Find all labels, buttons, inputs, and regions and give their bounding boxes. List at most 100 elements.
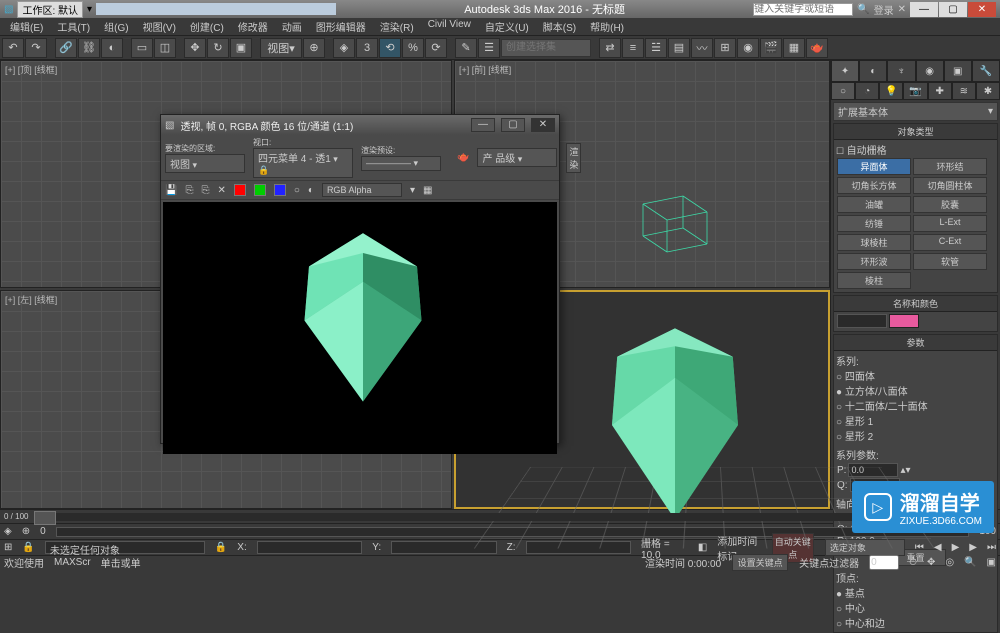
render-max-button[interactable]: ▢ (501, 118, 525, 132)
subtab-systems[interactable]: ✱ (976, 82, 1000, 100)
btn-lext[interactable]: L-Ext (913, 215, 987, 232)
menu-group[interactable]: 组(G) (98, 18, 134, 35)
keyframe-icon[interactable]: ◈ (4, 526, 12, 537)
menu-tools[interactable]: 工具(T) (51, 18, 96, 35)
subtab-shapes[interactable]: ◔ (855, 82, 879, 100)
redo-button[interactable]: ↷ (25, 38, 47, 58)
render-area-select[interactable]: 视图 ▾ (165, 154, 245, 173)
tab-hierarchy[interactable]: ♆ (887, 60, 915, 82)
menu-civilview[interactable]: Civil View (422, 18, 477, 35)
radio-center[interactable]: 中心 (836, 600, 995, 615)
btn-gengon[interactable]: 球棱柱 (837, 234, 911, 251)
object-type-header[interactable]: 对象类型 (834, 124, 997, 140)
curve-editor-button[interactable]: 〰 (691, 38, 713, 58)
next-frame-icon[interactable]: ▶ (969, 542, 977, 553)
btn-chamfercyl[interactable]: 切角圆柱体 (913, 177, 987, 194)
scale-button[interactable]: ▣ (230, 38, 252, 58)
setkey-button[interactable]: 设置关键点 (732, 554, 788, 571)
layers-button[interactable]: ☱ (645, 38, 667, 58)
unlink-button[interactable]: ⛓ (78, 38, 100, 58)
menu-help[interactable]: 帮助(H) (584, 18, 630, 35)
tab-utilities[interactable]: 🔧 (972, 60, 1000, 82)
radio-dodec-icos[interactable]: 十二面体/二十面体 (836, 398, 995, 413)
ref-coord-button[interactable]: 视图▾ (260, 38, 302, 58)
render-setup-button[interactable]: 🎬 (760, 38, 782, 58)
tab-modify[interactable]: ◐ (859, 60, 887, 82)
schematic-button[interactable]: ⊞ (714, 38, 736, 58)
radio-center-edge[interactable]: 中心和边 (836, 615, 995, 630)
move-button[interactable]: ✥ (184, 38, 206, 58)
help-search-input[interactable] (753, 3, 853, 16)
lock-icon[interactable]: 🔒 (215, 542, 227, 553)
menu-customize[interactable]: 自定义(U) (479, 18, 535, 35)
name-color-header[interactable]: 名称和颜色 (834, 296, 997, 312)
snap-button[interactable]: 3 (356, 38, 378, 58)
material-editor-button[interactable]: ◉ (737, 38, 759, 58)
login-link[interactable]: 登录 (874, 2, 894, 17)
close-button[interactable]: ✕ (968, 2, 996, 17)
named-sel-list[interactable]: ☰ (478, 38, 500, 58)
btn-chamferbox[interactable]: 切角长方体 (837, 177, 911, 194)
undo-button[interactable]: ↶ (2, 38, 24, 58)
next-key-icon[interactable]: ⏭ (987, 542, 996, 553)
menu-create[interactable]: 创建(C) (184, 18, 230, 35)
params-header[interactable]: 参数 (834, 335, 997, 351)
btn-capsule[interactable]: 胶囊 (913, 196, 987, 213)
menu-view[interactable]: 视图(V) (137, 18, 182, 35)
render-channel-select[interactable]: RGB Alpha (322, 183, 402, 197)
clone-icon[interactable]: ⎘ (201, 185, 209, 196)
subtab-space[interactable]: ≋ (952, 82, 976, 100)
menu-modifiers[interactable]: 修改器 (232, 18, 274, 35)
key-filter[interactable]: 关键点过滤器 (799, 555, 859, 570)
btn-hedra[interactable]: 异面体 (837, 158, 911, 175)
btn-torus-knot[interactable]: 环形结 (913, 158, 987, 175)
menu-render[interactable]: 渲染(R) (374, 18, 420, 35)
render-frame-button[interactable]: ▦ (783, 38, 805, 58)
play-icon[interactable]: ▶ (952, 542, 960, 553)
select-sim-button[interactable]: ◈ (333, 38, 355, 58)
render-min-button[interactable]: — (471, 118, 495, 132)
vp-nav-icon[interactable]: ✥ (927, 557, 935, 568)
category-dropdown[interactable]: 扩展基本体▾ (833, 102, 998, 121)
render-go-button[interactable]: 渲 染 (566, 143, 581, 173)
btn-hose[interactable]: 软管 (913, 253, 987, 270)
radio-star2[interactable]: 星形 2 (836, 428, 995, 443)
menu-edit[interactable]: 编辑(E) (4, 18, 49, 35)
subtab-cameras[interactable]: 📷 (903, 82, 927, 100)
btn-ringwave[interactable]: 环形波 (837, 253, 911, 270)
btn-spindle[interactable]: 纺锤 (837, 215, 911, 232)
tab-display[interactable]: ▣ (944, 60, 972, 82)
snap-angle-button[interactable]: ⟲ (379, 38, 401, 58)
copy-icon[interactable]: ⎘ (185, 185, 193, 196)
frame-input[interactable] (869, 555, 899, 570)
maximize-button[interactable]: ▢ (939, 2, 967, 17)
menu-script[interactable]: 脚本(S) (537, 18, 582, 35)
radio-star1[interactable]: 星形 1 (836, 413, 995, 428)
rotate-button[interactable]: ↻ (207, 38, 229, 58)
subtab-geometry[interactable]: ○ (831, 82, 855, 100)
x-input[interactable] (257, 541, 363, 554)
btn-cext[interactable]: C-Ext (913, 234, 987, 251)
menu-graph[interactable]: 图形编辑器 (310, 18, 372, 35)
radio-tetra[interactable]: 四面体 (836, 368, 995, 383)
subtab-helpers[interactable]: ✚ (928, 82, 952, 100)
maxscript-mini[interactable]: MAXScr (54, 557, 91, 568)
render-preset-select[interactable]: ————— ▾ (361, 156, 441, 171)
btn-prism[interactable]: 棱柱 (837, 272, 911, 289)
radio-cube-octa[interactable]: 立方体/八面体 (836, 383, 995, 398)
mirror-button[interactable]: ⇄ (599, 38, 621, 58)
spinner-snap-button[interactable]: ⟳ (425, 38, 447, 58)
workspace-selector[interactable]: 工作区: 默认 (17, 1, 83, 18)
render-viewport-select[interactable]: 四元菜单 4 - 透1 ▾ 🔒 (253, 148, 353, 178)
tab-create[interactable]: ✦ (831, 60, 859, 82)
render-close-button[interactable]: ✕ (531, 118, 555, 132)
align-button[interactable]: ≡ (622, 38, 644, 58)
subtab-lights[interactable]: 💡 (879, 82, 903, 100)
layer-explorer-button[interactable]: ▤ (668, 38, 690, 58)
btn-oiltank[interactable]: 油罐 (837, 196, 911, 213)
link-button[interactable]: 🔗 (55, 38, 77, 58)
save-icon[interactable]: 💾 (165, 185, 177, 196)
selection-set-input[interactable] (501, 39, 591, 57)
bind-button[interactable]: ◐ (101, 38, 123, 58)
select-all-button[interactable]: ◫ (154, 38, 176, 58)
